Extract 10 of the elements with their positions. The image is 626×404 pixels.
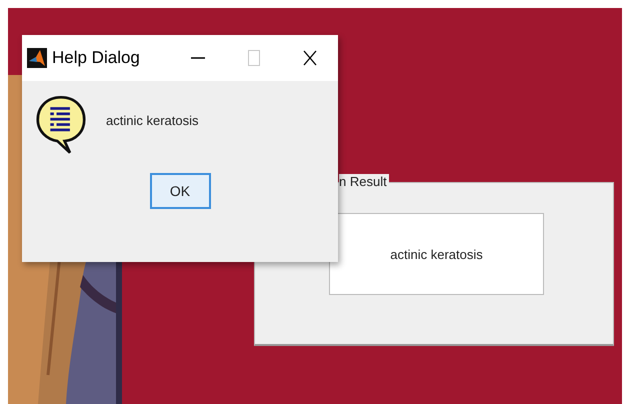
maximize-icon <box>246 50 262 66</box>
help-bubble-icon <box>36 95 86 155</box>
minimize-icon <box>190 57 206 59</box>
result-field: actinic keratosis <box>329 213 544 295</box>
app-icon <box>27 48 47 68</box>
close-icon <box>302 50 318 66</box>
window-title: Help Dialog <box>52 48 140 68</box>
message-text: actinic keratosis <box>106 112 198 128</box>
panel-title: n Result <box>339 174 389 189</box>
ok-button[interactable]: OK <box>150 173 210 209</box>
